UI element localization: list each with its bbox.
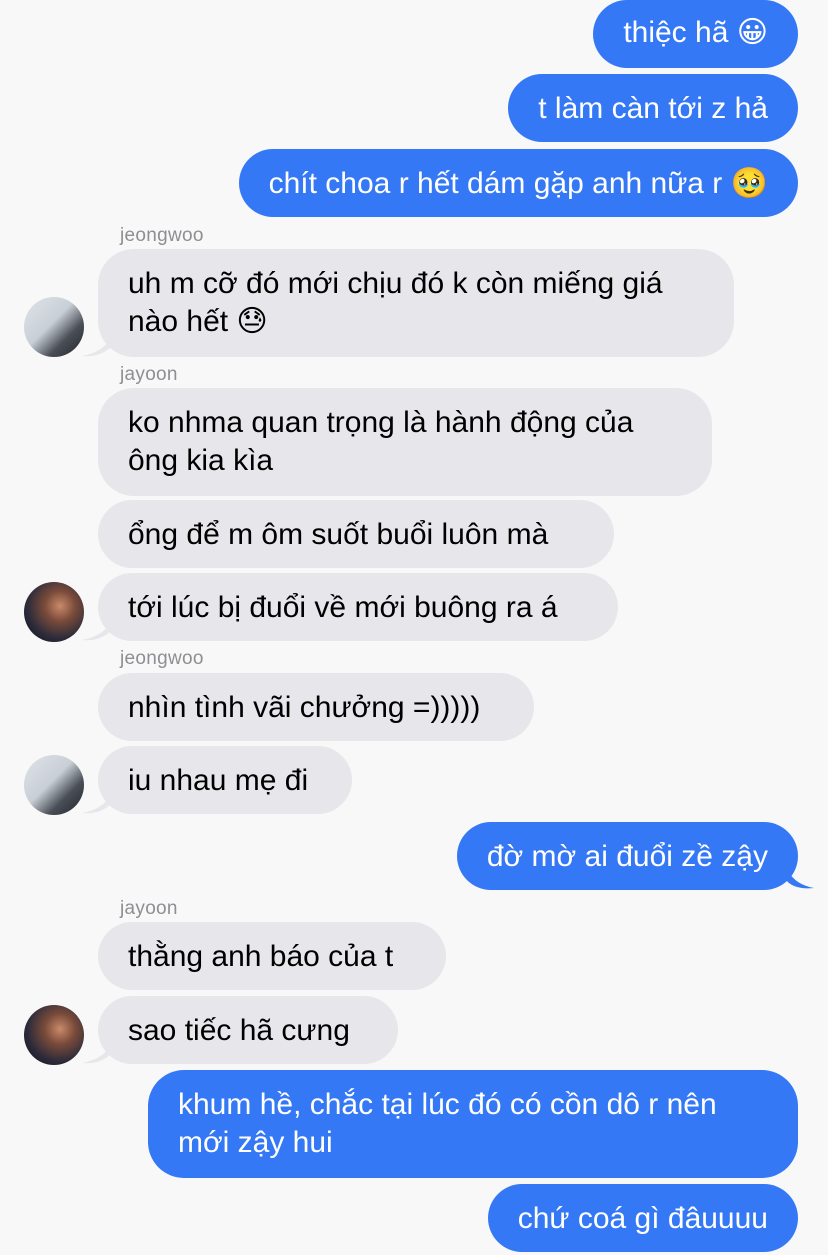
bubble-tail [82, 336, 112, 357]
message-bubble-incoming[interactable]: nhìn tình vãi chưởng =))))) [98, 673, 534, 741]
message-bubble-outgoing[interactable]: đờ mờ ai đuổi zề zậy [456, 822, 798, 890]
jeongwoo-avatar[interactable] [24, 297, 84, 357]
sender-name: jayoon [120, 364, 178, 385]
message-bubble-incoming[interactable]: iu nhau mẹ đi [98, 746, 352, 814]
message-bubble-incoming[interactable]: ổng để m ôm suốt buổi luôn mà [98, 500, 614, 568]
message-bubble-outgoing[interactable]: t làm càn tới z hả [508, 74, 798, 142]
jayoon-avatar[interactable] [24, 1005, 84, 1065]
bubble-tail [786, 866, 814, 889]
message-bubble-incoming[interactable]: ko nhma quan trọng là hành động của ông … [98, 388, 712, 496]
sender-name: jeongwoo [120, 648, 204, 669]
jeongwoo-avatar[interactable] [24, 755, 84, 815]
sender-name: jeongwoo [120, 225, 204, 246]
message-bubble-incoming[interactable]: thằng anh báo của t [98, 922, 446, 990]
sender-name: jayoon [120, 898, 178, 919]
bubble-tail [82, 1043, 112, 1064]
message-bubble-outgoing[interactable]: thiệc hã 😀 [593, 0, 798, 68]
bubble-tail [82, 793, 112, 814]
message-bubble-incoming[interactable]: tới lúc bị đuổi về mới buông ra á [98, 573, 618, 641]
message-bubble-incoming[interactable]: sao tiếc hã cưng [98, 996, 398, 1064]
message-bubble-outgoing[interactable]: khum hề, chắc tại lúc đó có cồn dô r nên… [148, 1070, 798, 1178]
bubble-tail [82, 620, 112, 641]
message-bubble-outgoing[interactable]: chít choa r hết dám gặp anh nữa r 🥹 [238, 149, 798, 217]
jayoon-avatar[interactable] [24, 582, 84, 642]
message-bubble-outgoing[interactable]: chứ coá gì đâuuuu [487, 1184, 798, 1252]
message-bubble-incoming[interactable]: uh m cỡ đó mới chịu đó k còn miếng giá n… [98, 249, 734, 357]
